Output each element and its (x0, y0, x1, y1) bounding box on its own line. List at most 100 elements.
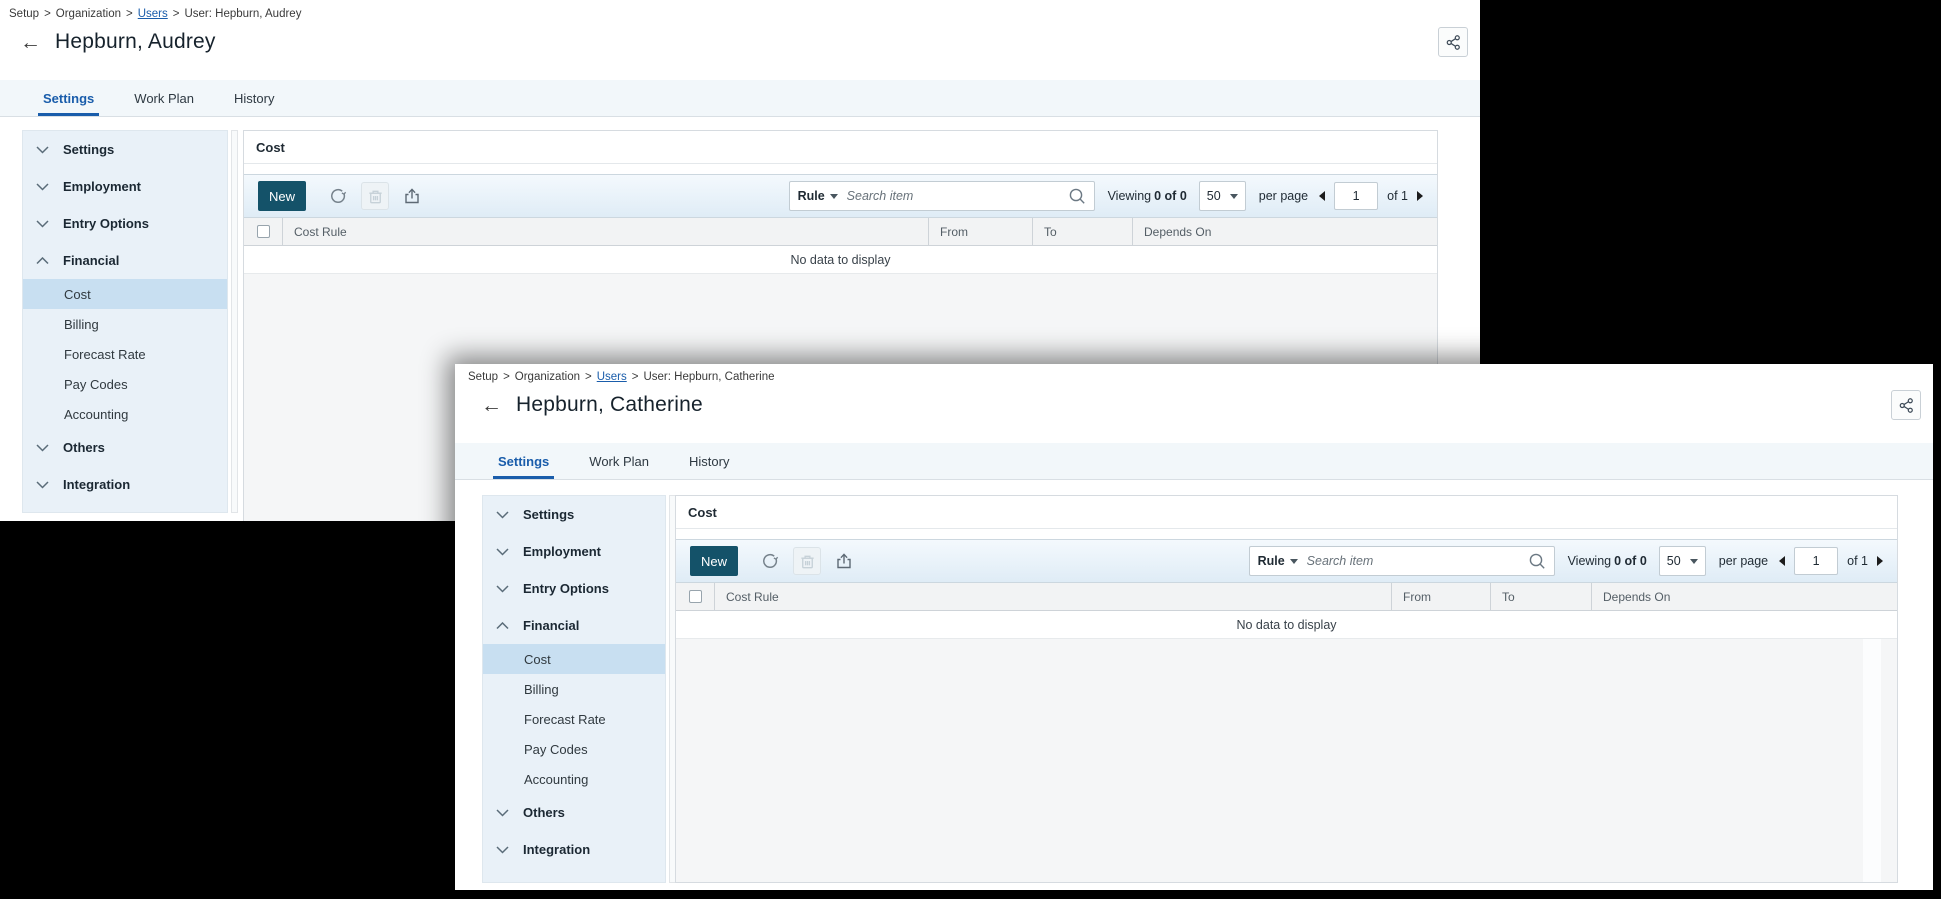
column-header-to[interactable]: To (1490, 583, 1591, 610)
column-header-to[interactable]: To (1032, 218, 1132, 245)
sidebar-section-employment[interactable]: Employment (483, 533, 665, 570)
sidebar-section-entry-options[interactable]: Entry Options (23, 205, 227, 242)
sidebar-section-others[interactable]: Others (483, 794, 665, 831)
column-header-cost-rule[interactable]: Cost Rule (714, 583, 1391, 610)
tab-work-plan[interactable]: Work Plan (129, 80, 199, 116)
filter-dropdown[interactable]: Rule (1258, 554, 1285, 568)
back-button[interactable]: ← (481, 395, 502, 416)
back-button[interactable]: ← (20, 32, 41, 53)
trash-icon (800, 555, 814, 568)
table-empty-area (676, 639, 1897, 882)
next-page-button[interactable] (1877, 556, 1883, 566)
breadcrumb-users-link[interactable]: Users (597, 371, 627, 383)
share-button[interactable] (1438, 27, 1468, 57)
tab-work-plan[interactable]: Work Plan (584, 443, 654, 479)
page-size-select[interactable]: 50 (1658, 546, 1706, 576)
delete-button[interactable] (361, 182, 389, 210)
breadcrumb-users-link[interactable]: Users (138, 8, 168, 20)
select-all-cell (676, 583, 714, 610)
page-size-select[interactable]: 50 (1198, 181, 1246, 211)
tab-bar: Settings Work Plan History (0, 80, 1480, 117)
export-button[interactable] (398, 182, 426, 210)
column-header-depends-on[interactable]: Depends On (1591, 583, 1897, 610)
select-all-checkbox[interactable] (688, 590, 702, 603)
sidebar-item-accounting[interactable]: Accounting (23, 399, 227, 429)
share-icon (1446, 34, 1460, 50)
sidebar-item-accounting[interactable]: Accounting (483, 764, 665, 794)
page-number-input[interactable] (1334, 182, 1379, 210)
tab-history[interactable]: History (229, 80, 279, 116)
refresh-button[interactable] (324, 182, 352, 210)
sidebar-section-others[interactable]: Others (23, 429, 227, 466)
tab-bar: Settings Work Plan History (455, 443, 1933, 480)
column-header-from[interactable]: From (928, 218, 1032, 245)
sidebar-section-integration[interactable]: Integration (23, 466, 227, 503)
page-title: Hepburn, Catherine (516, 393, 703, 416)
vertical-scrollbar[interactable] (1863, 639, 1881, 882)
column-header-cost-rule[interactable]: Cost Rule (282, 218, 928, 245)
breadcrumb-current: User: Hepburn, Audrey (184, 8, 302, 20)
search-input[interactable] (1306, 554, 1528, 568)
chevron-down-icon (1229, 193, 1238, 199)
sidebar-item-forecast-rate[interactable]: Forecast Rate (23, 339, 227, 369)
trash-icon (368, 190, 382, 203)
sidebar-item-pay-codes[interactable]: Pay Codes (23, 369, 227, 399)
sidebar-section-settings[interactable]: Settings (23, 131, 227, 168)
chevron-up-icon (496, 621, 510, 630)
page-count-label: of 1 (1387, 189, 1408, 203)
sidebar-section-financial[interactable]: Financial (483, 607, 665, 644)
viewing-status: Viewing 0 of 0 (1567, 554, 1647, 568)
delete-button[interactable] (793, 547, 821, 575)
user-window-catherine: Setup > Organization > Users > User: Hepburn, … (455, 364, 1933, 890)
per-page-label: per page (1718, 554, 1769, 568)
sidebar-item-pay-codes[interactable]: Pay Codes (483, 734, 665, 764)
filter-dropdown[interactable]: Rule (798, 189, 825, 203)
chevron-down-icon (36, 219, 50, 228)
sidebar-item-billing[interactable]: Billing (23, 309, 227, 339)
search-icon[interactable] (1068, 187, 1086, 205)
previous-page-button[interactable] (1319, 191, 1326, 201)
breadcrumb-organization: Organization (55, 8, 121, 20)
search-box: Rule (788, 181, 1095, 211)
chevron-down-icon (36, 443, 50, 452)
sidebar-item-cost[interactable]: Cost (483, 644, 665, 674)
next-page-button[interactable] (1417, 191, 1423, 201)
sidebar-item-cost[interactable]: Cost (23, 279, 227, 309)
select-all-checkbox[interactable] (256, 225, 270, 238)
column-header-from[interactable]: From (1391, 583, 1490, 610)
new-button[interactable]: New (258, 181, 306, 211)
chevron-down-icon (1689, 558, 1698, 564)
refresh-button[interactable] (756, 547, 784, 575)
chevron-down-icon (496, 808, 510, 817)
tab-settings[interactable]: Settings (38, 80, 100, 116)
panel-title: Cost (676, 496, 1897, 529)
breadcrumb: Setup > Organization > Users > User: Hepburn, … (468, 371, 775, 383)
sidebar-section-integration[interactable]: Integration (483, 831, 665, 868)
search-input[interactable] (846, 189, 1068, 203)
share-button[interactable] (1891, 390, 1921, 420)
chevron-down-icon[interactable] (829, 193, 838, 199)
sidebar-item-billing[interactable]: Billing (483, 674, 665, 704)
chevron-down-icon (496, 845, 510, 854)
sidebar-scrollbar[interactable] (231, 130, 238, 513)
per-page-label: per page (1258, 189, 1309, 203)
column-header-depends-on[interactable]: Depends On (1132, 218, 1437, 245)
export-button[interactable] (830, 547, 858, 575)
page-number-input[interactable] (1794, 547, 1839, 575)
sidebar-item-forecast-rate[interactable]: Forecast Rate (483, 704, 665, 734)
select-all-cell (244, 218, 282, 245)
sidebar-section-entry-options[interactable]: Entry Options (483, 570, 665, 607)
refresh-icon (763, 553, 779, 569)
table-header-row: Cost Rule From To Depends On (676, 583, 1897, 611)
sidebar-section-financial[interactable]: Financial (23, 242, 227, 279)
search-icon[interactable] (1528, 552, 1546, 570)
chevron-down-icon[interactable] (1289, 558, 1298, 564)
panel-title: Cost (244, 131, 1437, 164)
new-button[interactable]: New (690, 546, 738, 576)
chevron-down-icon (496, 510, 510, 519)
previous-page-button[interactable] (1779, 556, 1786, 566)
tab-history[interactable]: History (684, 443, 734, 479)
sidebar-section-settings[interactable]: Settings (483, 496, 665, 533)
tab-settings[interactable]: Settings (493, 443, 555, 479)
sidebar-section-employment[interactable]: Employment (23, 168, 227, 205)
